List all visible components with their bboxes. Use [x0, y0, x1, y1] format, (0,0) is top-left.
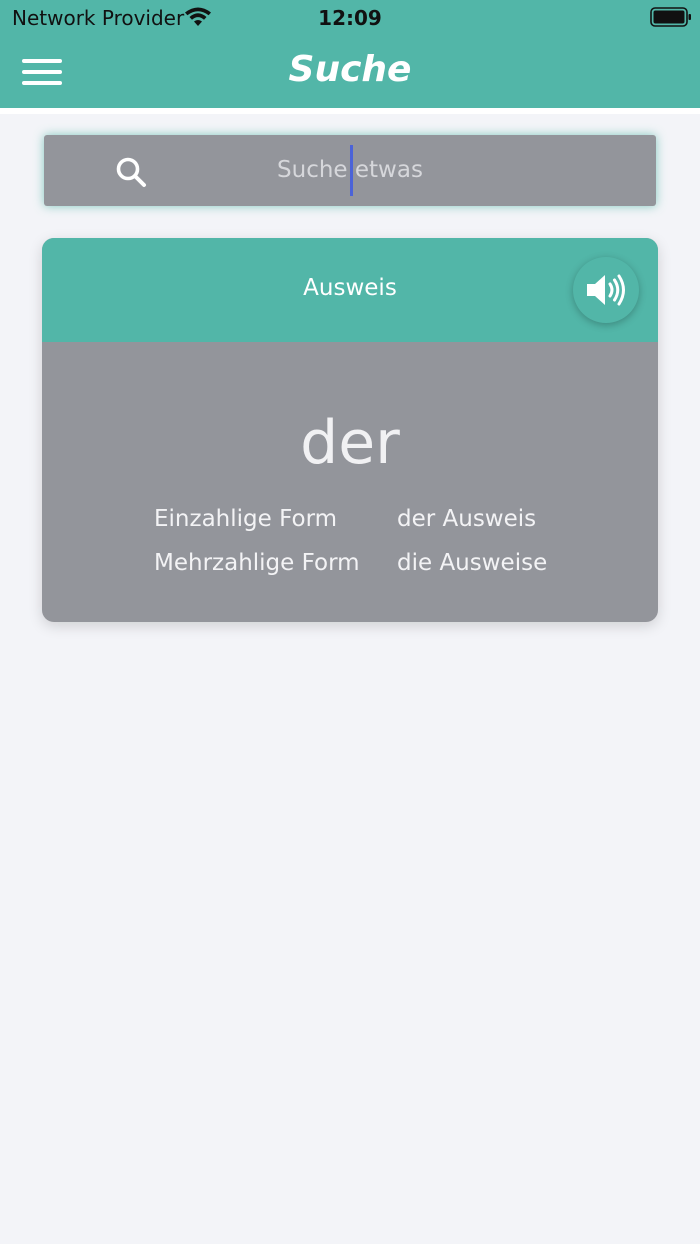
text-caret: [350, 145, 353, 196]
form-row-singular: Einzahlige Form der Ausweis: [42, 501, 658, 537]
speaker-button[interactable]: [573, 257, 639, 323]
form-label: Mehrzahlige Form: [154, 550, 360, 576]
card-word: Ausweis: [303, 275, 397, 301]
card-header: Ausweis: [42, 238, 658, 342]
search-input[interactable]: Suche etwas: [44, 135, 656, 206]
word-card: Ausweis der Einzahlige Form der Ausweis …: [42, 238, 658, 622]
status-bar: Network Provider 12:09: [0, 0, 700, 36]
page-title: Suche: [288, 49, 412, 90]
form-label: Einzahlige Form: [154, 506, 338, 532]
form-value: der Ausweis: [397, 506, 537, 532]
form-value: die Ausweise: [397, 550, 548, 576]
article-text: der: [300, 408, 400, 478]
status-time: 12:09: [318, 6, 382, 30]
header-divider: [0, 108, 700, 114]
speaker-icon: [587, 274, 625, 306]
battery-icon: [650, 7, 691, 27]
form-row-plural: Mehrzahlige Form die Ausweise: [42, 545, 658, 581]
